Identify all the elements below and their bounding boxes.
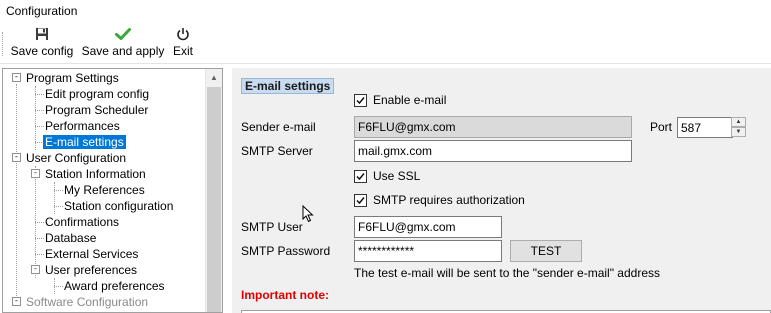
collapse-icon[interactable]: -: [12, 153, 21, 162]
tree-item-label: Station configuration: [64, 199, 174, 213]
tree-line: [54, 190, 63, 191]
tree-line: [35, 238, 44, 239]
tree-item-station-information[interactable]: Station Information: [45, 166, 146, 182]
tree-scrollbar[interactable]: ▲: [205, 69, 222, 312]
spin-down-icon[interactable]: ▼: [731, 127, 746, 137]
tree-item-station-configuration[interactable]: Station configuration: [64, 198, 173, 214]
tree-item-software-configuration[interactable]: Software Configuration: [26, 294, 148, 310]
collapse-icon[interactable]: -: [31, 169, 40, 178]
tree-line: [35, 94, 44, 95]
tree-line: [35, 222, 44, 223]
tree-item-user-configuration[interactable]: User Configuration: [26, 150, 126, 166]
sender-email-field[interactable]: F6FLU@gmx.com: [354, 116, 632, 138]
section-title: E-mail settings: [241, 78, 335, 94]
tree-item-label: Database: [45, 231, 97, 245]
title-bar: Configuration: [0, 0, 771, 24]
smtp-server-label: SMTP Server: [241, 144, 313, 158]
tree-item-label: Edit program config: [45, 87, 150, 101]
exit-label: Exit: [172, 44, 193, 58]
tree-line: [35, 86, 36, 150]
port-label: Port: [650, 120, 673, 134]
use-ssl-label: Use SSL: [373, 169, 421, 183]
power-icon: [170, 27, 196, 44]
tree-line: [16, 84, 17, 300]
tree-item-program-scheduler[interactable]: Program Scheduler: [45, 102, 148, 118]
tree-item-label: Station Information: [45, 167, 146, 181]
tree-item-label: User Configuration: [26, 151, 127, 165]
checkbox-box: [354, 170, 367, 183]
save-and-apply-label: Save and apply: [81, 44, 165, 58]
tree-item-label: Program Settings: [26, 71, 119, 85]
tree-item-label: User preferences: [45, 263, 138, 277]
checkbox-box: [354, 194, 367, 207]
tree-line: [35, 110, 44, 111]
spin-up-icon[interactable]: ▲: [731, 117, 746, 127]
tree-item-label: Software Configuration: [26, 295, 149, 309]
tree-item-label: Award preferences: [64, 279, 165, 293]
tree-item-database[interactable]: Database: [45, 230, 96, 246]
sender-email-label: Sender e-mail: [241, 120, 316, 134]
tree-item-my-references[interactable]: My References: [64, 182, 145, 198]
collapse-icon[interactable]: -: [12, 73, 21, 82]
floppy-disk-icon: [8, 27, 76, 44]
green-checkmark-icon: [80, 27, 166, 44]
toolbar: Save config Save and apply Exit: [0, 24, 771, 64]
smtp-server-field[interactable]: mail.gmx.com: [354, 140, 632, 162]
tree-line: [35, 254, 44, 255]
smtp-password-label: SMTP Password: [241, 244, 331, 258]
scroll-up-arrow-icon[interactable]: ▲: [206, 69, 222, 86]
settings-tree[interactable]: - - - - - Program Settings Edit program …: [2, 68, 223, 313]
window-title: Configuration: [6, 4, 78, 18]
tree-item-email-settings[interactable]: E-mail settings: [43, 134, 126, 150]
smtp-password-field[interactable]: ************: [354, 240, 502, 262]
port-input[interactable]: 587: [677, 117, 733, 138]
tree-item-award-preferences[interactable]: Award preferences: [64, 278, 165, 294]
exit-button[interactable]: Exit: [170, 27, 196, 61]
tree-item-label: My References: [64, 183, 145, 197]
tree-item-label: Performances: [45, 119, 120, 133]
scrollbar-thumb[interactable]: [207, 87, 221, 312]
tree-item-external-services[interactable]: External Services: [45, 246, 138, 262]
tree-item-edit-program-config[interactable]: Edit program config: [45, 86, 149, 102]
save-config-label: Save config: [10, 44, 74, 58]
tree-item-confirmations[interactable]: Confirmations: [45, 214, 119, 230]
test-button[interactable]: TEST: [510, 240, 582, 262]
tree-line: [54, 206, 63, 207]
enable-email-label: Enable e-mail: [373, 93, 447, 107]
toolbar-grip: [2, 32, 3, 56]
smtp-user-label: SMTP User: [241, 220, 303, 234]
tree-content: - - - - - Program Settings Edit program …: [3, 69, 206, 312]
smtp-user-field[interactable]: F6FLU@gmx.com: [354, 216, 502, 238]
port-spinner[interactable]: ▲ ▼: [731, 117, 747, 139]
tree-line: [54, 182, 55, 214]
checkbox-box: [354, 94, 367, 107]
tree-item-label: External Services: [45, 247, 139, 261]
tree-item-program-settings[interactable]: Program Settings: [26, 70, 119, 86]
smtp-auth-label: SMTP requires authorization: [373, 193, 525, 207]
tree-item-performances[interactable]: Performances: [45, 118, 120, 134]
save-and-apply-button[interactable]: Save and apply: [80, 27, 166, 61]
tree-item-label: Confirmations: [45, 215, 120, 229]
tree-line: [54, 286, 63, 287]
save-config-button[interactable]: Save config: [8, 27, 76, 61]
mouse-cursor-icon: [302, 204, 314, 226]
tree-item-user-preferences[interactable]: User preferences: [45, 262, 137, 278]
email-settings-panel: E-mail settings Enable e-mail Sender e-m…: [232, 68, 771, 313]
tree-item-label: E-mail settings: [43, 135, 126, 149]
test-info-text: The test e-mail will be sent to the "sen…: [354, 266, 660, 280]
important-note-label: Important note:: [241, 288, 329, 302]
collapse-icon[interactable]: -: [12, 297, 21, 306]
tree-line: [35, 126, 44, 127]
tree-item-label: Program Scheduler: [45, 103, 149, 117]
collapse-icon[interactable]: -: [31, 265, 40, 274]
